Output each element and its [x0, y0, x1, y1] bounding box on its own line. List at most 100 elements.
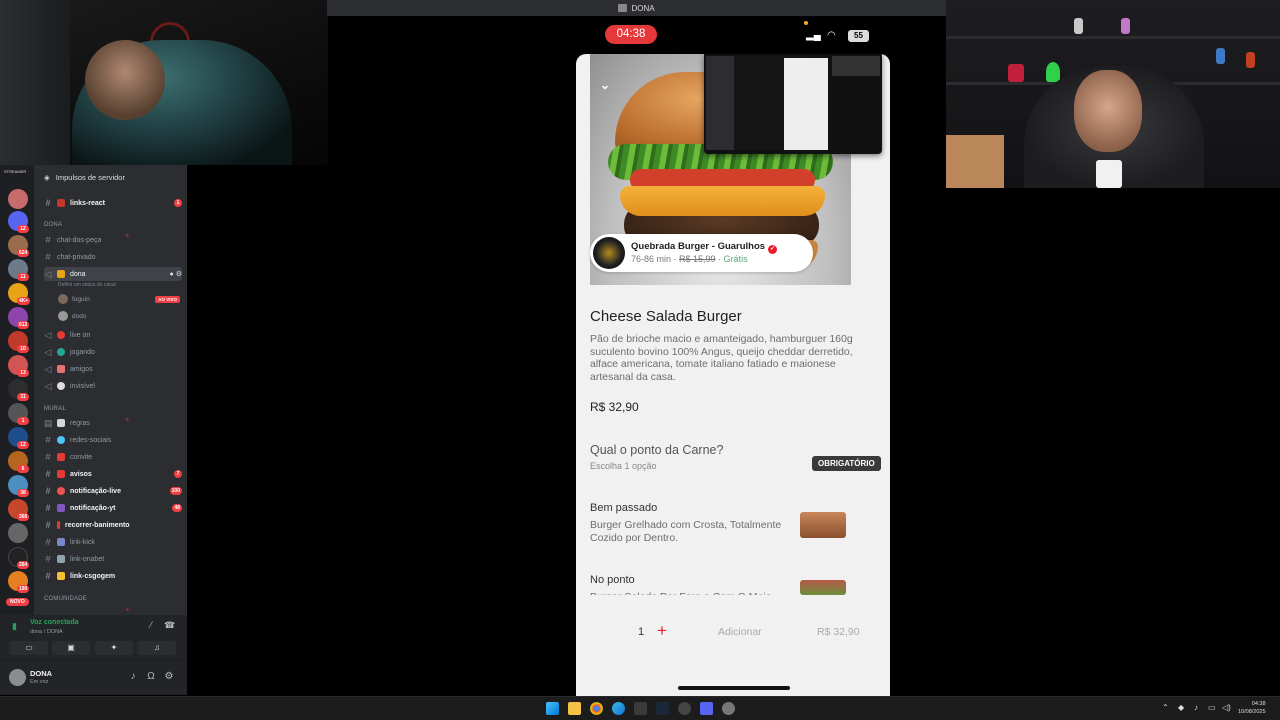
- voice-channel-dona[interactable]: ◁ dona ● ⚙: [44, 267, 182, 281]
- voice-user-foguin[interactable]: foguin AO VIVO: [58, 293, 180, 305]
- voice-user-name: dodo: [72, 312, 87, 320]
- microphone-icon[interactable]: ♪: [1194, 703, 1198, 712]
- soundboard-button[interactable]: ♫: [138, 641, 176, 655]
- noise-suppression-icon[interactable]: ⁄: [146, 620, 156, 630]
- channel-chat-privado[interactable]: # chat-privado: [44, 250, 182, 264]
- channel-link-csgogem[interactable]: # link-csgogem: [44, 569, 182, 583]
- hash-icon: #: [45, 486, 51, 496]
- figure: [1121, 18, 1130, 34]
- steam-icon[interactable]: [656, 702, 669, 715]
- live-badge: AO VIVO: [155, 295, 180, 303]
- mention-badge: 1: [174, 199, 182, 207]
- voice-channel-live-on[interactable]: ◁ live on: [44, 328, 182, 342]
- channel-name: dona: [70, 270, 86, 278]
- user-avatar[interactable]: [9, 669, 26, 686]
- discord-icon[interactable]: [700, 702, 713, 715]
- server-icon[interactable]: [8, 523, 28, 543]
- settings-icon[interactable]: [722, 702, 735, 715]
- channel-redes-sociais[interactable]: # redes-sociais: [44, 433, 182, 447]
- option-image[interactable]: [800, 512, 846, 538]
- volume-icon[interactable]: ◁): [1222, 703, 1231, 712]
- voice-connected-title[interactable]: Voz conectada: [30, 619, 79, 626]
- plus-icon[interactable]: +: [125, 605, 130, 614]
- microphone-icon[interactable]: ♪: [127, 671, 139, 683]
- home-indicator[interactable]: [678, 686, 790, 690]
- add-button[interactable]: Adicionar: [718, 626, 762, 638]
- channel-notificacao-live[interactable]: # notificação-live 100: [44, 484, 182, 498]
- delivery-time: 76-86 min: [631, 254, 672, 264]
- user-status: Em voz: [30, 679, 49, 685]
- channel-links-react[interactable]: # links-react 1: [44, 196, 182, 210]
- system-clock[interactable]: 04:38 10/08/2025: [1238, 700, 1266, 716]
- gear-icon[interactable]: ⚙: [163, 671, 175, 683]
- server-boost-header[interactable]: ◈ Impulsos de servidor: [44, 170, 184, 184]
- voice-connected-channel[interactable]: dona / DONA: [30, 629, 63, 635]
- voice-channel-amigos[interactable]: ◁ amigos: [44, 362, 182, 376]
- option-image[interactable]: [800, 580, 846, 595]
- camera-off-button[interactable]: ▭: [10, 641, 48, 655]
- user-name[interactable]: DONA: [30, 669, 52, 678]
- chevron-up-icon[interactable]: ⌃: [1162, 703, 1169, 712]
- voice-channel-jogando[interactable]: ◁ jogando: [44, 345, 182, 359]
- privacy-indicator: [804, 21, 808, 25]
- disconnect-icon[interactable]: ☎: [164, 620, 175, 630]
- option-description[interactable]: Burger Selado Por Fora e Com O Meio: [590, 591, 790, 595]
- chrome-icon[interactable]: [590, 702, 603, 715]
- windows-start-icon[interactable]: [546, 702, 559, 715]
- channel-name: chat-privado: [57, 253, 96, 261]
- server-badge: 38: [17, 489, 29, 497]
- speaker-icon: ◁: [44, 346, 52, 357]
- option-description[interactable]: Burger Grelhado com Crosta, Totalmente C…: [590, 519, 790, 544]
- edge-icon[interactable]: [612, 702, 625, 715]
- server-badge: 13: [17, 369, 29, 377]
- channel-chat-dos-peca[interactable]: # chat-dos-peça: [44, 233, 182, 247]
- mention-badge: 100: [169, 487, 182, 495]
- clock-date: 10/08/2025: [1238, 709, 1266, 715]
- drink-cup: [1096, 160, 1122, 188]
- channel-convite[interactable]: # convite: [44, 450, 182, 464]
- chat-icon[interactable]: ● ⚙: [170, 270, 182, 278]
- channel-status[interactable]: Definir um status do canal: [58, 282, 116, 288]
- product-title: Cheese Salada Burger: [590, 308, 742, 325]
- server-icon[interactable]: [8, 189, 28, 209]
- speaker-icon: ◁: [44, 329, 52, 340]
- delivery-fee: Grátis: [723, 254, 748, 264]
- signal-icon[interactable]: ▮: [12, 621, 24, 631]
- file-explorer-icon[interactable]: [568, 702, 581, 715]
- channel-link-onabet[interactable]: # link-onabet: [44, 552, 182, 566]
- option-name[interactable]: Bem passado: [590, 502, 657, 514]
- hash-icon: #: [45, 435, 51, 445]
- screen-share-button[interactable]: ▣: [52, 641, 90, 655]
- speaker-icon: ◁: [44, 268, 52, 279]
- network-icon[interactable]: ▭: [1208, 703, 1216, 712]
- battery-icon: 55: [848, 30, 869, 42]
- plus-icon[interactable]: +: [657, 621, 667, 641]
- category-comunidade[interactable]: COMUNIDADE +: [44, 596, 182, 614]
- hash-icon: #: [45, 554, 51, 564]
- hash-icon: #: [45, 469, 51, 479]
- chevron-down-icon[interactable]: ⌄: [600, 78, 610, 92]
- voice-user-dodo[interactable]: dodo: [58, 310, 86, 322]
- obs-icon[interactable]: [678, 702, 691, 715]
- terminal-icon[interactable]: [634, 702, 647, 715]
- channel-regras[interactable]: ▤ regras: [44, 416, 182, 430]
- add-button-price[interactable]: R$ 32,90: [817, 626, 860, 638]
- headphones-icon[interactable]: Ω: [145, 671, 157, 683]
- add-to-cart-bar: 1 + Adicionar R$ 32,90: [576, 612, 890, 696]
- channel-avisos[interactable]: # avisos 7: [44, 467, 182, 481]
- app-tray-icon[interactable]: ◆: [1178, 703, 1184, 712]
- category-mural[interactable]: MURAL +: [44, 406, 182, 424]
- channel-notificacao-yt[interactable]: # notificação-yt 48: [44, 501, 182, 515]
- store-card[interactable]: Quebrada Burger - Guarulhos ✓ 76-86 min ·…: [590, 234, 813, 272]
- activity-button[interactable]: ✦: [95, 641, 133, 655]
- option-name[interactable]: No ponto: [590, 574, 635, 586]
- channel-name: redes-sociais: [70, 436, 112, 444]
- new-badge: NOVO: [6, 598, 29, 606]
- thumb-panel: [706, 56, 734, 150]
- channel-name: notificação-yt: [70, 504, 116, 512]
- category-dona[interactable]: DONA +: [44, 222, 182, 240]
- voice-channel-invisivel[interactable]: ◁ invisível: [44, 379, 182, 393]
- channel-link-kick[interactable]: # link-kick: [44, 535, 182, 549]
- channel-recorrer-banimento[interactable]: # recorrer-banimento: [44, 518, 182, 532]
- server-badge: 1: [17, 417, 29, 425]
